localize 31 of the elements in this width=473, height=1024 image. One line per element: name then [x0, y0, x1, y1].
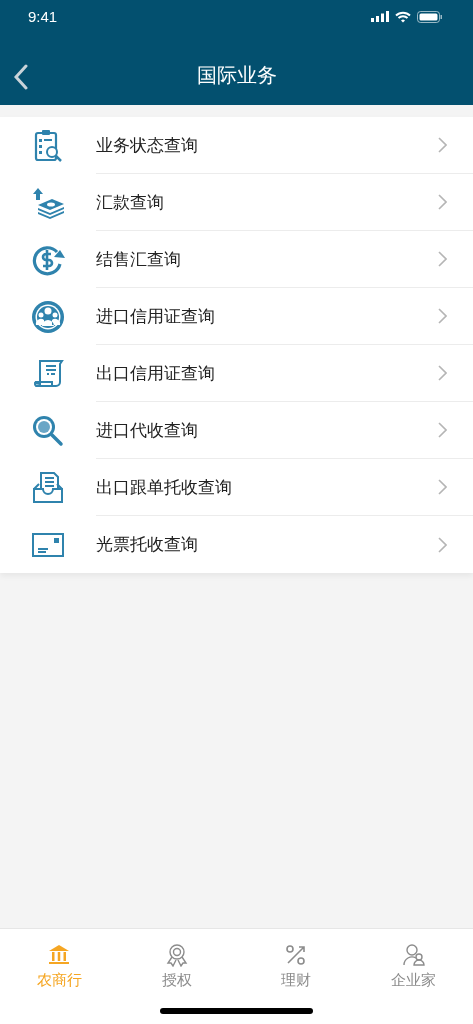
chevron-right-icon: [438, 251, 447, 267]
bank-icon: [47, 943, 72, 967]
inbox-document-icon: [30, 469, 66, 506]
tab[interactable]: 授权: [118, 929, 237, 997]
menu-item[interactable]: 进口代收查询: [0, 402, 473, 459]
chevron-right-icon: [438, 422, 447, 438]
menu-item[interactable]: 结售汇查询: [0, 231, 473, 288]
award-ribbon-icon: [165, 943, 190, 967]
tab[interactable]: 理财: [236, 929, 355, 997]
nav-title: 国际业务: [196, 61, 277, 89]
chevron-right-icon: [438, 365, 447, 381]
menu-item[interactable]: 汇款查询: [0, 174, 473, 231]
group-circle-icon: [30, 298, 66, 335]
back-button[interactable]: [12, 62, 30, 92]
percent-icon: [283, 943, 308, 967]
people-icon: [401, 943, 426, 967]
menu-item[interactable]: 出口信用证查询: [0, 345, 473, 402]
menu-item[interactable]: 业务状态查询: [0, 117, 473, 174]
chevron-right-icon: [438, 194, 447, 210]
battery-icon: [417, 10, 443, 23]
chevron-right-icon: [438, 308, 447, 324]
chevron-right-icon: [438, 479, 447, 495]
chevron-right-icon: [438, 137, 447, 153]
status-time: 9:41: [28, 8, 58, 25]
chevron-right-icon: [438, 536, 447, 553]
tab[interactable]: 企业家: [354, 929, 473, 997]
menu-item[interactable]: 进口信用证查询: [0, 288, 473, 345]
signal-icon: [371, 11, 389, 22]
menu-item[interactable]: 出口跟单托收查询: [0, 459, 473, 516]
menu-item[interactable]: 光票托收查询: [0, 516, 473, 573]
wifi-icon: [395, 10, 411, 23]
